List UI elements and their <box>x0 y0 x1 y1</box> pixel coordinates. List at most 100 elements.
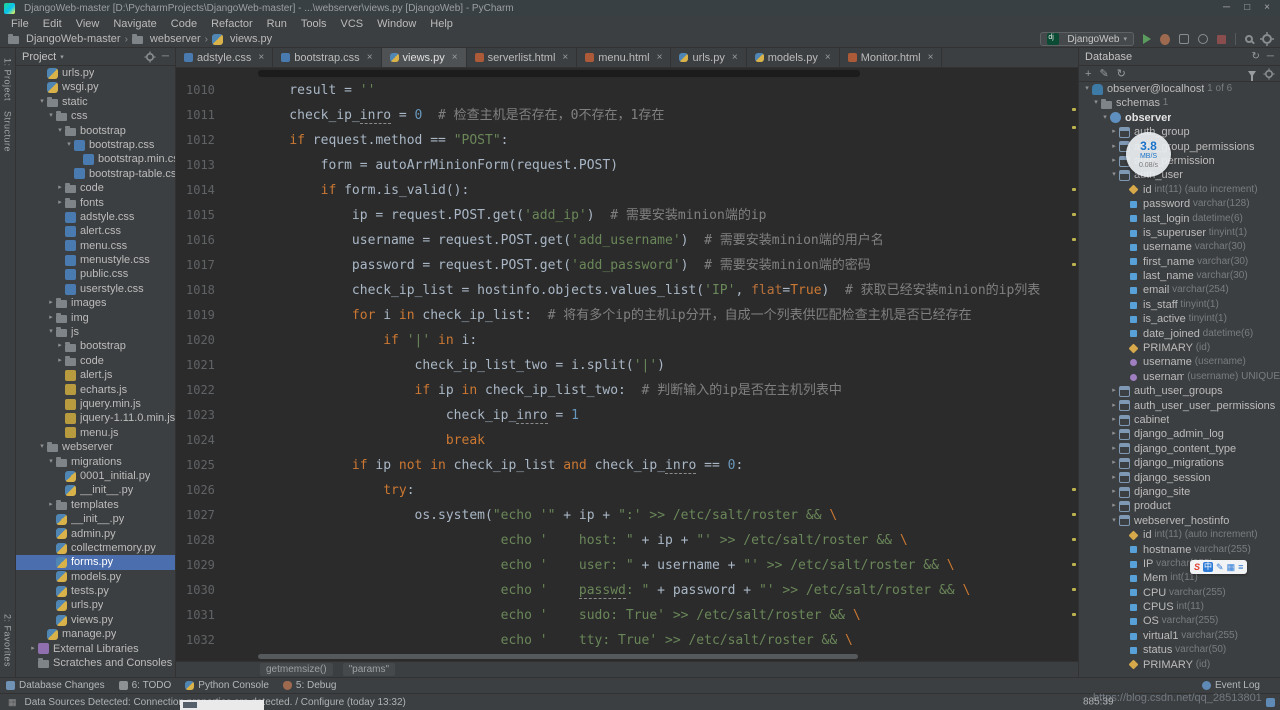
project-item-alert-js[interactable]: alert.js <box>16 368 175 382</box>
project-item-init-py[interactable]: __init__.py <box>16 512 175 526</box>
editor-breadcrumb-params[interactable]: "params" <box>343 663 395 676</box>
db-item-mem[interactable]: Mem int(11) <box>1079 571 1280 585</box>
project-item-jquery-1-11-0-min-js[interactable]: jquery-1.11.0.min.js <box>16 411 175 425</box>
scrollbar-thumb[interactable] <box>258 654 858 659</box>
refresh-icon[interactable]: ↻ <box>1252 51 1260 62</box>
breadcrumb-item-views-py[interactable]: views.py <box>212 33 272 45</box>
sync-icon[interactable]: ↻ <box>1117 67 1126 80</box>
database-panel-title[interactable]: Database <box>1085 51 1132 63</box>
project-item-bootstrap-css[interactable]: ▾bootstrap.css <box>16 138 175 152</box>
db-item-cpus[interactable]: CPUS int(11) <box>1079 600 1280 614</box>
debug-button[interactable] <box>1160 34 1170 45</box>
project-item-public-css[interactable]: public.css <box>16 267 175 281</box>
close-tab-icon[interactable]: × <box>562 52 568 63</box>
tab-monitor-html[interactable]: Monitor.html× <box>840 48 943 67</box>
tool-button-event-log[interactable]: Event Log <box>1202 680 1260 691</box>
panel-settings-icon[interactable] <box>146 53 154 61</box>
db-item-username[interactable]: username varchar(30) <box>1079 240 1280 254</box>
ime-icon-4[interactable]: ≡ <box>1238 560 1243 574</box>
project-item-css[interactable]: ▾css <box>16 109 175 123</box>
db-item-django-site[interactable]: ▸django_site <box>1079 485 1280 499</box>
db-item-django-admin-log[interactable]: ▸django_admin_log <box>1079 427 1280 441</box>
project-item-static[interactable]: ▾static <box>16 95 175 109</box>
project-panel-title[interactable]: Project <box>22 51 56 63</box>
network-speed-badge[interactable]: 3.8 MB/S 0.08/s <box>1126 132 1171 177</box>
coverage-button[interactable] <box>1179 34 1189 44</box>
horizontal-scrollbar[interactable] <box>176 653 1078 661</box>
project-item-menustyle-css[interactable]: menustyle.css <box>16 253 175 267</box>
db-item-primary[interactable]: PRIMARY (id) <box>1079 341 1280 355</box>
toolwindow-switcher-icon[interactable]: ▦ <box>8 697 17 708</box>
db-item-observer-localhost[interactable]: ▾observer@localhost 1 of 6 <box>1079 82 1280 96</box>
db-item-is-staff[interactable]: is_staff tinyint(1) <box>1079 298 1280 312</box>
expand-arrow-icon[interactable]: ▸ <box>1109 413 1119 427</box>
menu-edit[interactable]: Edit <box>36 18 69 30</box>
project-item-adstyle-css[interactable]: adstyle.css <box>16 210 175 224</box>
menu-view[interactable]: View <box>69 18 107 30</box>
expand-arrow-icon[interactable]: ▸ <box>1109 442 1119 456</box>
database-settings-icon[interactable] <box>1265 70 1273 78</box>
project-item-external-libraries[interactable]: ▸External Libraries <box>16 642 175 656</box>
expand-arrow-icon[interactable]: ▸ <box>1109 384 1119 398</box>
tool-button-database-changes[interactable]: Database Changes <box>6 680 105 691</box>
project-item-userstyle-css[interactable]: userstyle.css <box>16 282 175 296</box>
expand-arrow-icon[interactable]: ▸ <box>1109 125 1119 139</box>
expand-arrow-icon[interactable]: ▸ <box>46 498 56 512</box>
profiler-button[interactable] <box>1198 34 1208 44</box>
menu-tools[interactable]: Tools <box>294 18 334 30</box>
expand-arrow-icon[interactable]: ▸ <box>55 339 65 353</box>
project-item-urls-py[interactable]: urls.py <box>16 66 175 80</box>
menu-window[interactable]: Window <box>370 18 423 30</box>
error-stripe[interactable] <box>1070 68 1078 653</box>
notification-icon[interactable] <box>1266 698 1275 707</box>
db-item-auth-group-permissions[interactable]: ▸auth_group_permissions <box>1079 140 1280 154</box>
db-item-email[interactable]: email varchar(254) <box>1079 283 1280 297</box>
project-item-templates[interactable]: ▸templates <box>16 498 175 512</box>
project-item-tests-py[interactable]: tests.py <box>16 584 175 598</box>
ime-icon-3[interactable]: ▦ <box>1227 560 1236 574</box>
db-item-username[interactable]: username (username) <box>1079 355 1280 369</box>
project-item-bootstrap-min-css[interactable]: bootstrap.min.css <box>16 152 175 166</box>
expand-arrow-icon[interactable]: ▸ <box>1109 399 1119 413</box>
project-item-0001-initial-py[interactable]: 0001_initial.py <box>16 469 175 483</box>
close-tab-icon[interactable]: × <box>732 52 738 63</box>
ime-icon-1[interactable]: 中 <box>1203 562 1213 572</box>
project-item-jquery-min-js[interactable]: jquery.min.js <box>16 397 175 411</box>
stop-button[interactable] <box>1217 35 1226 44</box>
tool-button-6-todo[interactable]: 6: TODO <box>119 680 172 691</box>
db-item-observer[interactable]: ▾observer <box>1079 111 1280 125</box>
expand-arrow-icon[interactable]: ▸ <box>46 311 56 325</box>
settings-icon[interactable] <box>1262 34 1272 44</box>
project-item-bootstrap[interactable]: ▾bootstrap <box>16 124 175 138</box>
ime-toolbar[interactable]: S中✎▦≡ <box>1190 560 1247 574</box>
menu-help[interactable]: Help <box>423 18 460 30</box>
project-item-fonts[interactable]: ▸fonts <box>16 196 175 210</box>
expand-arrow-icon[interactable]: ▾ <box>1109 168 1119 182</box>
db-item-django-migrations[interactable]: ▸django_migrations <box>1079 456 1280 470</box>
db-item-os[interactable]: OS varchar(255) <box>1079 614 1280 628</box>
minimize-button[interactable]: ─ <box>1223 0 1230 16</box>
tool-button-python-console[interactable]: Python Console <box>185 680 269 691</box>
tool-button-favorites[interactable]: 2: Favorites <box>3 614 13 667</box>
ime-icon-0[interactable]: S <box>1194 560 1200 574</box>
close-tab-icon[interactable]: × <box>367 52 373 63</box>
expand-arrow-icon[interactable]: ▸ <box>55 181 65 195</box>
db-item-id[interactable]: id int(11) (auto increment) <box>1079 183 1280 197</box>
project-item-alert-css[interactable]: alert.css <box>16 224 175 238</box>
expand-arrow-icon[interactable]: ▸ <box>1109 154 1119 168</box>
search-everywhere-icon[interactable] <box>1245 35 1253 43</box>
close-button[interactable]: × <box>1264 0 1270 16</box>
project-item-code[interactable]: ▸code <box>16 354 175 368</box>
expand-arrow-icon[interactable]: ▾ <box>46 455 56 469</box>
expand-arrow-icon[interactable]: ▾ <box>1091 96 1101 110</box>
expand-arrow-icon[interactable]: ▸ <box>55 196 65 210</box>
db-item-primary[interactable]: PRIMARY (id) <box>1079 658 1280 672</box>
project-item-init-py[interactable]: __init__.py <box>16 483 175 497</box>
expand-arrow-icon[interactable]: ▸ <box>1109 456 1119 470</box>
expand-arrow-icon[interactable]: ▾ <box>37 95 47 109</box>
project-item-manage-py[interactable]: manage.py <box>16 627 175 641</box>
add-datasource-icon[interactable]: + <box>1085 68 1091 80</box>
project-item-bootstrap-table-css[interactable]: bootstrap-table.css <box>16 167 175 181</box>
db-item-username[interactable]: username (username) UNIQUE <box>1079 370 1280 384</box>
project-item-menu-css[interactable]: menu.css <box>16 239 175 253</box>
